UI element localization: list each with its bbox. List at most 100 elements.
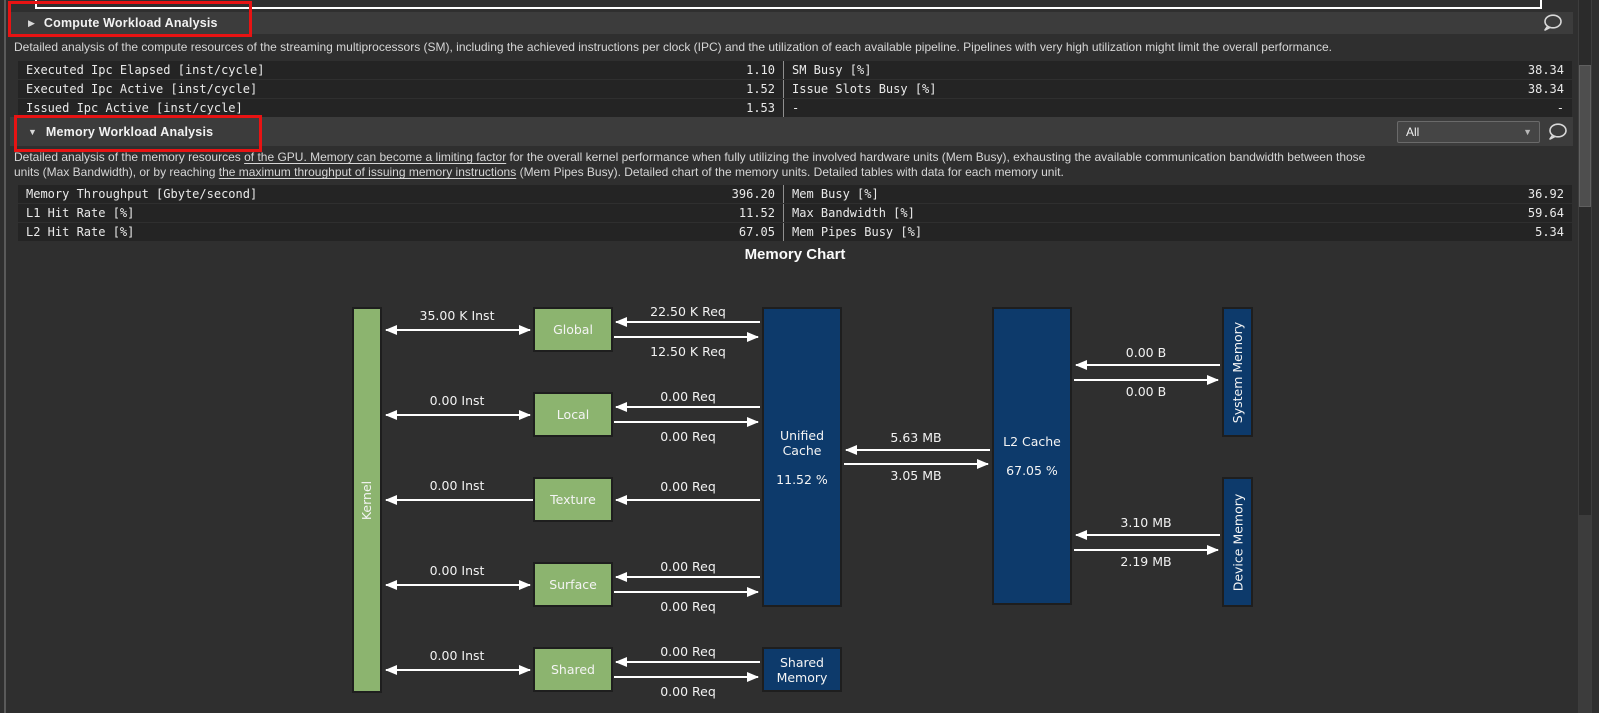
node-label: Device Memory (1230, 493, 1245, 591)
chart-node-system-memory: System Memory (1222, 307, 1253, 437)
memory-description-line2: units (Max Bandwidth), or by reaching th… (14, 165, 1566, 180)
metric-label: Max Bandwidth [%] (792, 204, 915, 222)
edge-label-unified-to-l2: 3.05 MB (841, 468, 991, 483)
chart-node-local: Local (533, 392, 613, 437)
body-filter-dropdown[interactable]: All ▼ (1397, 121, 1540, 143)
metric-value: 1.52 (746, 80, 775, 98)
edge-label-surface-write: 0.00 Req (613, 599, 763, 614)
edge-label-surface-read: 0.00 Req (613, 559, 763, 574)
profiler-details-page: ▶ Compute Workload Analysis Detailed ana… (0, 0, 1599, 713)
edge-label-kernel-shared: 0.00 Inst (382, 648, 532, 663)
metric-value: 36.92 (1528, 185, 1564, 203)
node-label: Shared (780, 655, 824, 670)
node-label: System Memory (1230, 321, 1245, 422)
edge-label-l2-to-devmem: 2.19 MB (1071, 554, 1221, 569)
collapse-arrow-icon[interactable]: ▼ (28, 127, 37, 137)
node-label: Texture (550, 492, 596, 507)
node-label: Surface (549, 577, 597, 592)
desc-text: for the overall kernel performance when … (506, 150, 1365, 164)
edge-label-kernel-local: 0.00 Inst (382, 393, 532, 408)
chart-node-shared-memory: Shared Memory (762, 647, 842, 692)
metric-value: 1.10 (746, 61, 775, 79)
chart-node-l2-cache: L2 Cache 67.05 % (992, 307, 1072, 605)
edge-label-devmem-to-l2: 3.10 MB (1071, 515, 1221, 530)
section-header-compute-workload[interactable]: ▶ Compute Workload Analysis (10, 12, 1573, 34)
chart-node-global: Global (533, 307, 613, 352)
edge-label-texture-read: 0.00 Req (613, 479, 763, 494)
metric-value: 5.34 (1535, 223, 1564, 241)
edge-label-global-read: 22.50 K Req (613, 304, 763, 319)
metric-label: L1 Hit Rate [%] (26, 204, 134, 222)
node-label: Unified (780, 428, 824, 443)
dropdown-selected-value: All (1398, 125, 1523, 139)
edge-label-kernel-global: 35.00 K Inst (382, 308, 532, 323)
table-row: Memory Throughput [Gbyte/second] 396.20 M… (18, 185, 1572, 203)
table-row: L2 Hit Rate [%]67.05 Mem Pipes Busy [%]5… (18, 223, 1572, 241)
desc-text: (Mem Pipes Busy). Detailed chart of the … (516, 165, 1064, 179)
desc-underlined-text: of the GPU. Memory can become a limiting… (244, 150, 506, 164)
metric-value: 67.05 (739, 223, 775, 241)
chart-node-kernel: Kernel (352, 307, 382, 693)
desc-underlined-text: the maximum throughput of issuing memory… (219, 165, 516, 179)
comment-bubble-icon[interactable] (1541, 13, 1565, 33)
edge-label-local-write: 0.00 Req (613, 429, 763, 444)
node-label: Memory (777, 670, 828, 685)
node-label: Shared (551, 662, 595, 677)
metric-label: Executed Ipc Elapsed [inst/cycle] (26, 61, 264, 79)
memory-description-line1: Detailed analysis of the memory resource… (14, 150, 1566, 165)
metric-value: 59.64 (1528, 204, 1564, 222)
vertical-scrollbar-thumb[interactable] (1579, 65, 1591, 207)
section-header-memory-workload[interactable]: ▼ Memory Workload Analysis (10, 117, 1573, 146)
desc-text: units (Max Bandwidth), or by reaching (14, 165, 219, 179)
chevron-down-icon: ▼ (1523, 127, 1539, 137)
edge-label-kernel-surface: 0.00 Inst (382, 563, 532, 578)
node-label: Cache (783, 443, 822, 458)
comment-bubble-icon[interactable] (1546, 122, 1570, 142)
chart-node-unified-cache: Unified Cache 11.52 % (762, 307, 842, 607)
metric-value: 1.53 (746, 99, 775, 117)
table-row: Executed Ipc Elapsed [inst/cycle]1.10 SM… (18, 61, 1572, 79)
metric-label: Memory Throughput [Gbyte/second] (26, 185, 257, 203)
compute-description: Detailed analysis of the compute resourc… (14, 40, 1566, 55)
vertical-scrollbar-thumb-secondary[interactable] (1579, 515, 1591, 713)
edge-label-global-write: 12.50 K Req (613, 344, 763, 359)
table-row: Issued Ipc Active [inst/cycle] 1.53 - - (18, 99, 1572, 117)
node-label: Global (553, 322, 593, 337)
metric-label: Executed Ipc Active [inst/cycle] (26, 80, 257, 98)
memory-chart-title: Memory Chart (18, 246, 1572, 263)
metric-label: Mem Busy [%] (792, 185, 879, 203)
panel-left-edge (4, 0, 6, 713)
edge-label-l2-to-unified: 5.63 MB (841, 430, 991, 445)
chart-node-texture: Texture (533, 477, 613, 522)
node-hit-rate: 67.05 % (1006, 463, 1058, 478)
edge-label-shared-write: 0.00 Req (613, 684, 763, 699)
metric-label: - (792, 99, 799, 117)
edge-label-kernel-texture: 0.00 Inst (382, 478, 532, 493)
edge-label-shared-read: 0.00 Req (613, 644, 763, 659)
metric-label: Issued Ipc Active [inst/cycle] (26, 99, 243, 117)
table-row: Executed Ipc Active [inst/cycle] 1.52 Iss… (18, 80, 1572, 98)
edge-label-sysmem-to-l2: 0.00 B (1071, 345, 1221, 360)
metric-label: Issue Slots Busy [%] (792, 80, 937, 98)
node-label: Kernel (360, 480, 375, 519)
chart-node-device-memory: Device Memory (1222, 477, 1253, 607)
chart-node-shared: Shared (533, 647, 613, 692)
metric-value: 38.34 (1528, 80, 1564, 98)
memory-description: Detailed analysis of the memory resource… (14, 150, 1566, 180)
section-title: Compute Workload Analysis (44, 16, 218, 30)
metric-label: L2 Hit Rate [%] (26, 223, 134, 241)
edge-label-local-read: 0.00 Req (613, 389, 763, 404)
desc-text: Detailed analysis of the memory resource… (14, 150, 244, 164)
metric-value: 396.20 (732, 185, 775, 203)
edge-label-l2-to-sysmem: 0.00 B (1071, 384, 1221, 399)
metric-value: 38.34 (1528, 61, 1564, 79)
node-label: Local (557, 407, 589, 422)
collapse-arrow-icon[interactable]: ▶ (28, 18, 35, 29)
section-title: Memory Workload Analysis (46, 125, 213, 139)
metric-value: - (1557, 99, 1564, 117)
chart-node-surface: Surface (533, 562, 613, 607)
node-hit-rate: 11.52 % (776, 472, 828, 487)
table-row: L1 Hit Rate [%]11.52 Max Bandwidth [%]59… (18, 204, 1572, 222)
previous-section-focus-outline (35, 0, 1542, 9)
node-label: L2 Cache (1003, 434, 1061, 449)
